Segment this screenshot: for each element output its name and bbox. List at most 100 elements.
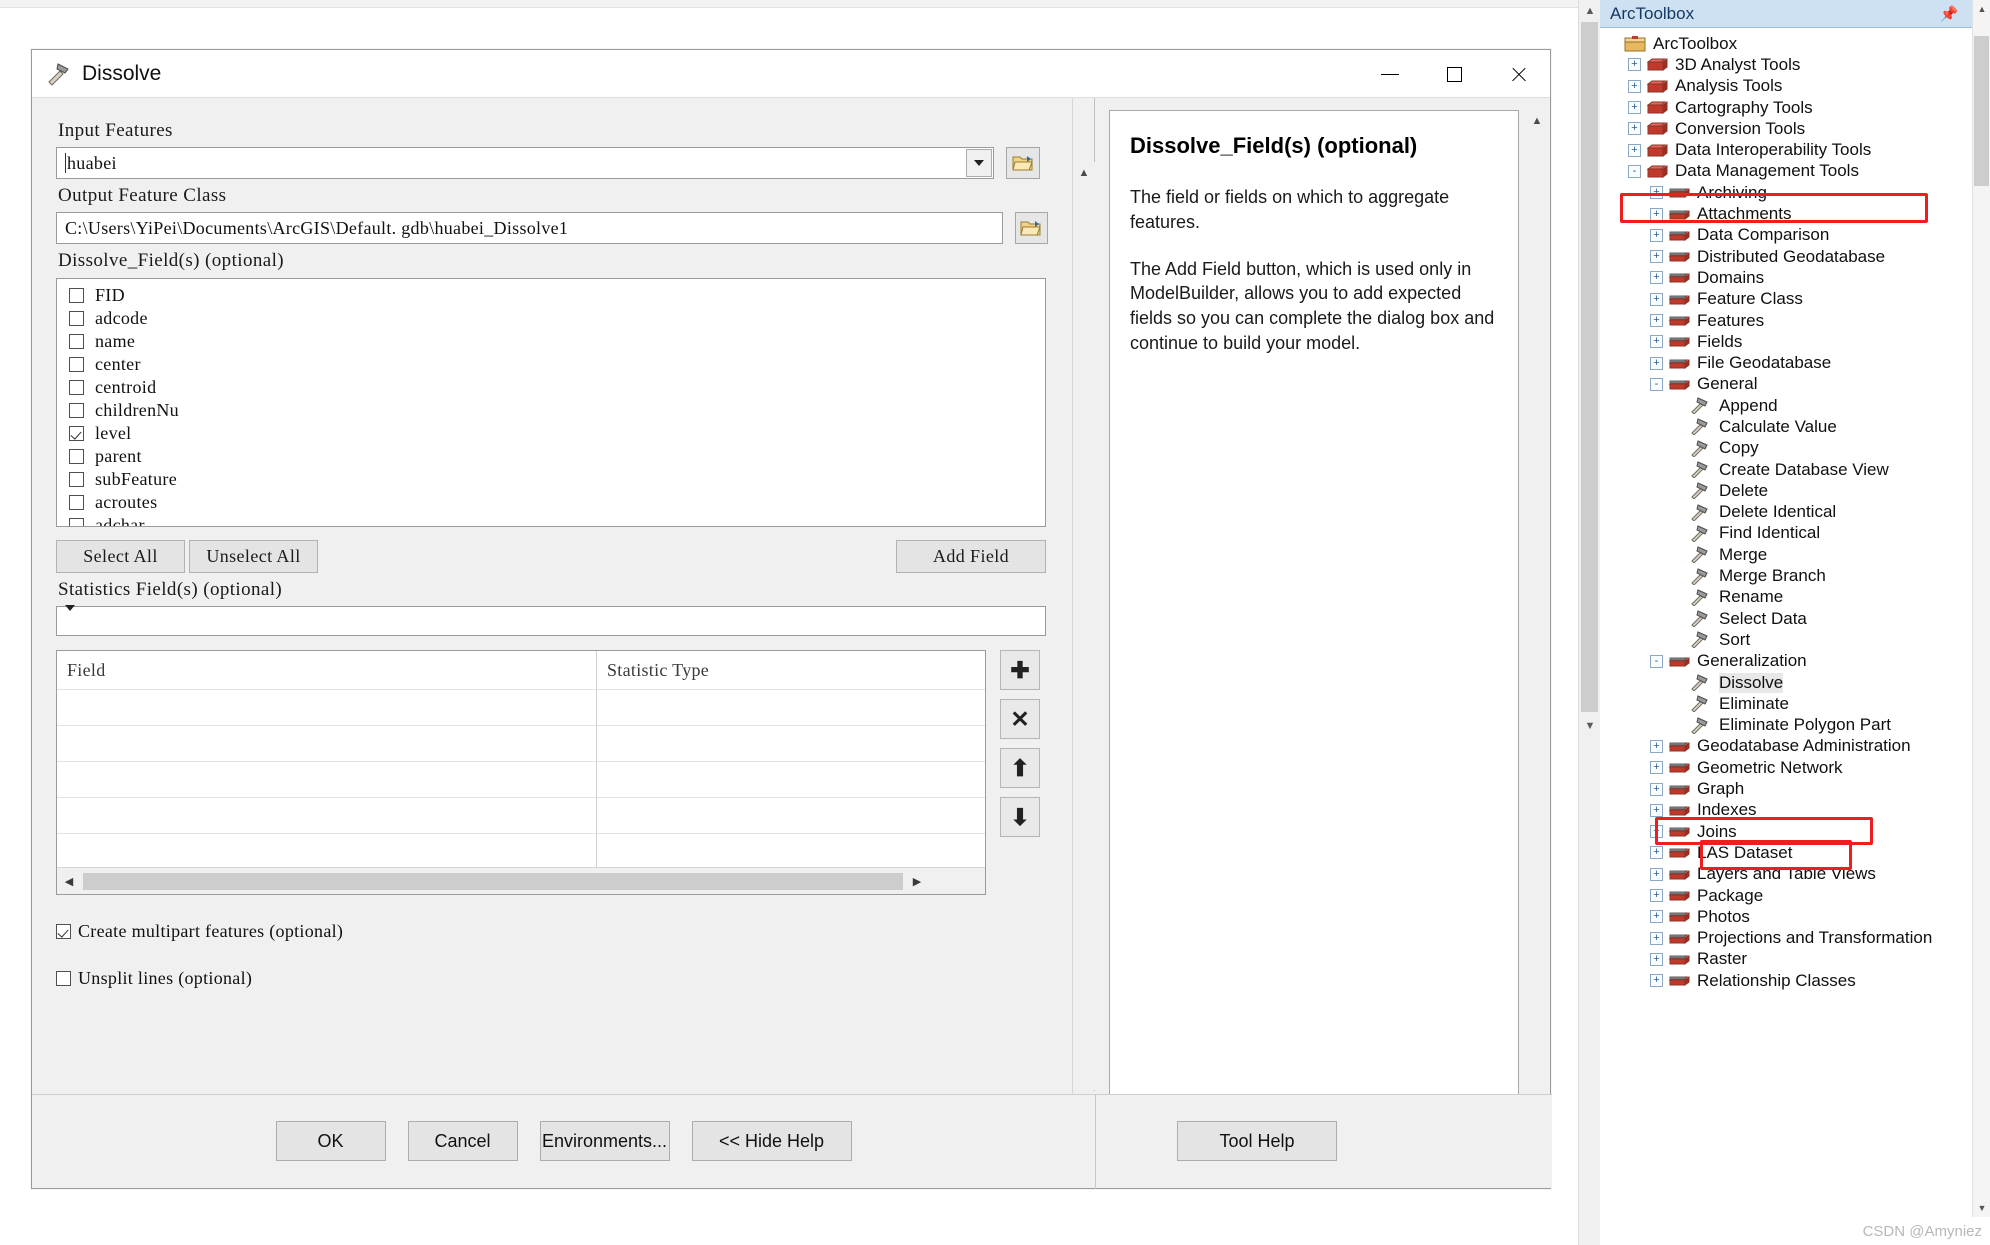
dissolve-field-checkbox[interactable] <box>69 311 84 326</box>
dissolve-field-checkbox[interactable] <box>69 426 84 441</box>
unsplit-lines-option[interactable]: Unsplit lines (optional) <box>56 968 1048 989</box>
dissolve-field-item[interactable]: childrenNu <box>69 399 1045 422</box>
tree-item-append[interactable]: Append <box>1600 395 1990 416</box>
select-all-button[interactable]: Select All <box>56 540 185 573</box>
collapse-icon[interactable]: - <box>1650 377 1663 391</box>
grid-horizontal-scrollbar[interactable]: ◀ ▶ <box>57 867 985 894</box>
dissolve-field-checkbox[interactable] <box>69 403 84 418</box>
tree-item-data-management-tools[interactable]: - Data Management Tools <box>1600 161 1990 182</box>
tree-item-photos[interactable]: + Photos <box>1600 906 1990 927</box>
maximize-button[interactable] <box>1422 50 1486 98</box>
dissolve-field-checkbox[interactable] <box>69 357 84 372</box>
table-cell-field[interactable] <box>57 726 597 761</box>
tree-item-calculate-value[interactable]: Calculate Value <box>1600 416 1990 437</box>
tree-item-indexes[interactable]: + Indexes <box>1600 800 1990 821</box>
tree-item-dissolve[interactable]: Dissolve <box>1600 672 1990 693</box>
expand-icon[interactable]: + <box>1650 739 1663 753</box>
dissolve-field-item[interactable]: subFeature <box>69 468 1045 491</box>
expand-icon[interactable]: + <box>1628 101 1641 115</box>
scroll-up-arrow[interactable]: ▲ <box>1579 0 1601 22</box>
tree-item-layers-and-table-views[interactable]: + Layers and Table Views <box>1600 864 1990 885</box>
tree-item-cartography-tools[interactable]: + Cartography Tools <box>1600 97 1990 118</box>
document-vertical-scrollbar[interactable]: ▲ ▼ <box>1578 0 1601 1245</box>
tree-item-las-dataset[interactable]: + LAS Dataset <box>1600 842 1990 863</box>
expand-icon[interactable]: + <box>1650 825 1663 839</box>
statistics-grid[interactable]: Field Statistic Type ◀ ▶ <box>56 650 986 895</box>
tree-item-graph[interactable]: + Graph <box>1600 778 1990 799</box>
input-features-combo[interactable]: huabei <box>56 147 994 179</box>
dissolve-fields-list[interactable]: FID adcode name center centroid childrenNu lev… <box>56 278 1046 527</box>
input-features-browse-button[interactable] <box>1006 147 1040 179</box>
tree-item-feature-class[interactable]: + Feature Class <box>1600 289 1990 310</box>
scroll-thumb[interactable] <box>1581 22 1598 712</box>
table-cell-statistic-type[interactable] <box>597 798 985 833</box>
expand-icon[interactable]: + <box>1650 952 1663 966</box>
dissolve-field-item[interactable]: parent <box>69 445 1045 468</box>
expand-icon[interactable]: + <box>1650 356 1663 370</box>
tree-scroll-down-arrow[interactable]: ▼ <box>1973 1199 1990 1217</box>
tree-scroll-up-arrow[interactable]: ▲ <box>1973 0 1990 18</box>
input-features-dropdown-button[interactable] <box>966 149 992 177</box>
output-feature-class-input[interactable]: C:\Users\YiPei\Documents\ArcGIS\Default.… <box>56 212 1003 244</box>
tree-item-raster[interactable]: + Raster <box>1600 949 1990 970</box>
tree-item-analysis-tools[interactable]: + Analysis Tools <box>1600 76 1990 97</box>
tree-item-domains[interactable]: + Domains <box>1600 267 1990 288</box>
dissolve-field-checkbox[interactable] <box>69 472 84 487</box>
expand-icon[interactable]: + <box>1650 186 1663 200</box>
tree-item-merge[interactable]: Merge <box>1600 544 1990 565</box>
tree-item-delete[interactable]: Delete <box>1600 480 1990 501</box>
tree-item-copy[interactable]: Copy <box>1600 438 1990 459</box>
arctoolbox-tree[interactable]: ArcToolbox +3D Analyst Tools + Analysis Too… <box>1600 28 1990 1245</box>
expand-icon[interactable]: + <box>1650 867 1663 881</box>
tree-item-distributed-geodatabase[interactable]: + Distributed Geodatabase <box>1600 246 1990 267</box>
table-row[interactable] <box>57 797 985 833</box>
table-cell-field[interactable] <box>57 798 597 833</box>
table-cell-statistic-type[interactable] <box>597 834 985 869</box>
pin-icon[interactable]: 📌 <box>1940 5 1959 23</box>
tree-item-file-geodatabase[interactable]: + File Geodatabase <box>1600 352 1990 373</box>
tree-item-delete-identical[interactable]: Delete Identical <box>1600 502 1990 523</box>
table-row[interactable] <box>57 725 985 761</box>
tree-item-package[interactable]: + Package <box>1600 885 1990 906</box>
expand-icon[interactable]: + <box>1650 782 1663 796</box>
expand-icon[interactable]: + <box>1650 250 1663 264</box>
create-multipart-checkbox[interactable] <box>56 924 71 939</box>
table-cell-statistic-type[interactable] <box>597 726 985 761</box>
expand-icon[interactable]: + <box>1650 931 1663 945</box>
tree-item-features[interactable]: + Features <box>1600 310 1990 331</box>
tree-item-arctoolbox[interactable]: ArcToolbox <box>1600 33 1990 54</box>
dissolve-field-item[interactable]: centroid <box>69 376 1045 399</box>
expand-icon[interactable]: + <box>1650 889 1663 903</box>
statistics-fields-dropdown-button[interactable] <box>65 604 75 632</box>
table-row[interactable] <box>57 761 985 797</box>
tool-help-button[interactable]: Tool Help <box>1177 1121 1337 1161</box>
dissolve-field-item[interactable]: name <box>69 330 1045 353</box>
tree-item-data-interoperability-tools[interactable]: + Data Interoperability Tools <box>1600 139 1990 160</box>
parameters-scrollbar[interactable]: ▲ ▼ <box>1072 98 1095 1143</box>
expand-icon[interactable]: + <box>1650 335 1663 349</box>
dissolve-field-checkbox[interactable] <box>69 288 84 303</box>
tree-item-conversion-tools[interactable]: + Conversion Tools <box>1600 118 1990 139</box>
expand-icon[interactable]: + <box>1650 803 1663 817</box>
ok-button[interactable]: OK <box>275 1121 386 1161</box>
table-row[interactable] <box>57 689 985 725</box>
hide-help-button[interactable]: << Hide Help <box>691 1121 852 1161</box>
dissolve-field-checkbox[interactable] <box>69 449 84 464</box>
expand-icon[interactable]: + <box>1650 761 1663 775</box>
tree-scroll-thumb[interactable] <box>1974 36 1989 186</box>
statistics-fields-combo[interactable] <box>56 604 1046 636</box>
move-down-button[interactable]: ⬇ <box>1000 797 1040 837</box>
tree-item-attachments[interactable]: + Attachments <box>1600 203 1990 224</box>
arctoolbox-scrollbar[interactable]: ▲ ▼ <box>1972 0 1990 1217</box>
cancel-button[interactable]: Cancel <box>407 1121 518 1161</box>
output-feature-class-browse-button[interactable] <box>1014 212 1048 244</box>
tree-item-joins[interactable]: + Joins <box>1600 821 1990 842</box>
dissolve-field-item[interactable]: adcode <box>69 307 1045 330</box>
tree-item-eliminate[interactable]: Eliminate <box>1600 693 1990 714</box>
table-cell-field[interactable] <box>57 762 597 797</box>
delete-row-button[interactable]: ✕ <box>1000 699 1040 739</box>
expand-icon[interactable]: + <box>1650 207 1663 221</box>
dissolve-field-item[interactable]: FID <box>69 284 1045 307</box>
table-cell-field[interactable] <box>57 690 597 725</box>
table-cell-statistic-type[interactable] <box>597 762 985 797</box>
